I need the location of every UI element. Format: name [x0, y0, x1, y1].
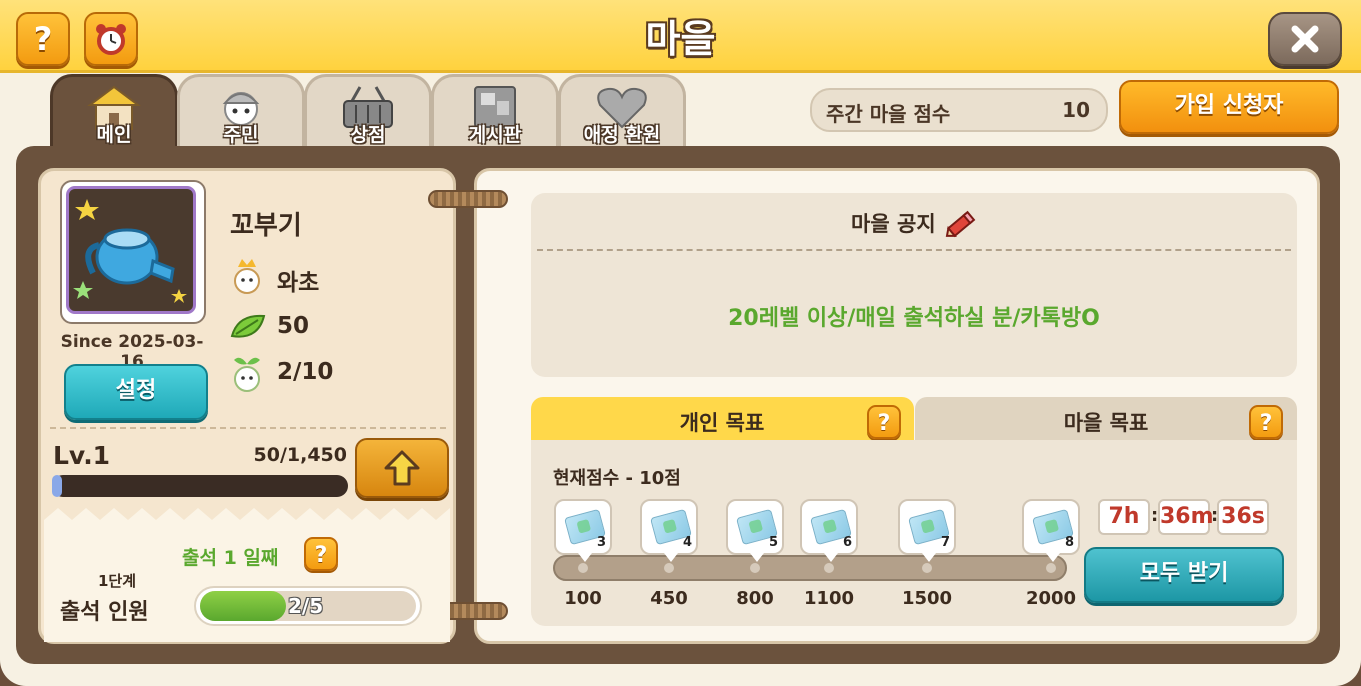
reward-count: 3: [596, 535, 606, 550]
weekly-score-value: 10: [1062, 98, 1090, 122]
timer-hours: 7h: [1098, 499, 1150, 535]
notice-title: 마을 공지: [531, 208, 1297, 240]
tab-board-label: 게시판: [468, 124, 522, 146]
reward-ticket[interactable]: 6: [800, 499, 858, 562]
tab-residents-label: 주민: [223, 124, 259, 146]
tab-residents[interactable]: 주민: [177, 74, 305, 151]
exp-bar-fill: [52, 475, 62, 497]
tab-personal-goal-label: 개인 목표: [679, 411, 765, 435]
milestone-node: [824, 563, 834, 573]
sprout-resident-icon: [234, 357, 260, 392]
leaf-icon: [230, 314, 266, 338]
claim-all-button[interactable]: 모두 받기: [1084, 547, 1284, 603]
alarm-clock-icon: [96, 24, 126, 55]
leaf-points: 50: [277, 313, 310, 339]
alarm-button[interactable]: [84, 12, 138, 66]
attendance-stage: 1단계: [97, 572, 137, 590]
help-button[interactable]: ?: [16, 12, 70, 66]
weekly-score-box: 주간 마을 점수 10: [810, 88, 1108, 132]
reward-ticket[interactable]: 5: [726, 499, 784, 562]
level-up-button[interactable]: [355, 438, 449, 498]
notice-divider: [537, 249, 1291, 251]
applicants-button[interactable]: 가입 신청자: [1119, 80, 1339, 134]
reward-ticket[interactable]: 3: [554, 499, 612, 562]
village-emblem: [66, 186, 196, 314]
binder-ring-top: [428, 190, 508, 208]
exp-bar: [52, 475, 348, 497]
village-goal-help-button[interactable]: ?: [1249, 405, 1283, 439]
current-score: 현재점수 - 10점: [553, 468, 681, 489]
notice-text: 20레벨 이상/매일 출석하실 분/카톡방O: [728, 306, 1100, 331]
tab-shop[interactable]: 상점: [304, 74, 432, 151]
milestone-threshold: 450: [650, 588, 688, 609]
tab-village-goal-label: 마을 목표: [1063, 411, 1149, 435]
tab-affection[interactable]: 애정 환원: [558, 74, 686, 151]
tab-board[interactable]: 게시판: [431, 74, 559, 151]
reward-ticket[interactable]: 7: [898, 499, 956, 562]
tab-main-label: 메인: [96, 124, 132, 146]
attendance-bar-fill: [200, 591, 286, 621]
watering-can-icon: [73, 199, 187, 303]
notice-title-text: 마을 공지: [851, 212, 936, 236]
reward-count: 8: [1064, 535, 1074, 550]
arrow-up-icon: [384, 450, 420, 486]
milestone-node: [922, 563, 932, 573]
tab-shop-label: 상점: [350, 124, 386, 146]
settings-button[interactable]: 설정: [64, 364, 208, 420]
reward-count: 4: [682, 535, 692, 550]
leader-icon: [234, 259, 260, 294]
leader-name: 와초: [277, 270, 320, 296]
attendance-help-button[interactable]: ?: [304, 537, 338, 571]
tab-main[interactable]: 메인: [50, 74, 178, 151]
attendance-progress: 2/5: [288, 594, 324, 618]
milestone-node: [750, 563, 760, 573]
close-button[interactable]: [1268, 12, 1342, 66]
reward-ticket[interactable]: 8: [1022, 499, 1080, 562]
village-name: 꼬부기: [230, 211, 302, 241]
milestone-threshold: 800: [736, 588, 774, 609]
milestone-threshold: 2000: [1025, 588, 1077, 609]
reward-ticket[interactable]: 4: [640, 499, 698, 562]
reward-count: 7: [940, 535, 950, 550]
personal-goal-help-button[interactable]: ?: [867, 405, 901, 439]
goal-progress-track: [553, 555, 1067, 581]
pencil-icon[interactable]: [943, 210, 977, 240]
village-level: Lv.1: [53, 441, 111, 470]
timer-seconds: 36s: [1217, 499, 1269, 535]
reward-count: 5: [768, 535, 778, 550]
attendance-day: 출석 1 일째: [182, 547, 279, 569]
profile-divider: [50, 427, 446, 429]
resident-count: 2/10: [277, 359, 334, 385]
village-exp: 50/1,450: [253, 444, 347, 466]
milestone-node: [578, 563, 588, 573]
milestone-threshold: 100: [564, 588, 602, 609]
window-title: 마을: [645, 17, 716, 61]
close-icon: [1291, 25, 1319, 53]
tab-affection-label: 애정 환원: [583, 124, 661, 146]
reward-count: 6: [842, 535, 852, 550]
milestone-node: [1046, 563, 1056, 573]
timer-minutes: 36m: [1158, 499, 1214, 535]
weekly-score-label: 주간 마을 점수: [826, 102, 951, 126]
milestone-node: [664, 563, 674, 573]
milestone-threshold: 1100: [803, 588, 855, 609]
attendance-label: 출석 인원: [60, 600, 149, 625]
milestone-threshold: 1500: [901, 588, 953, 609]
